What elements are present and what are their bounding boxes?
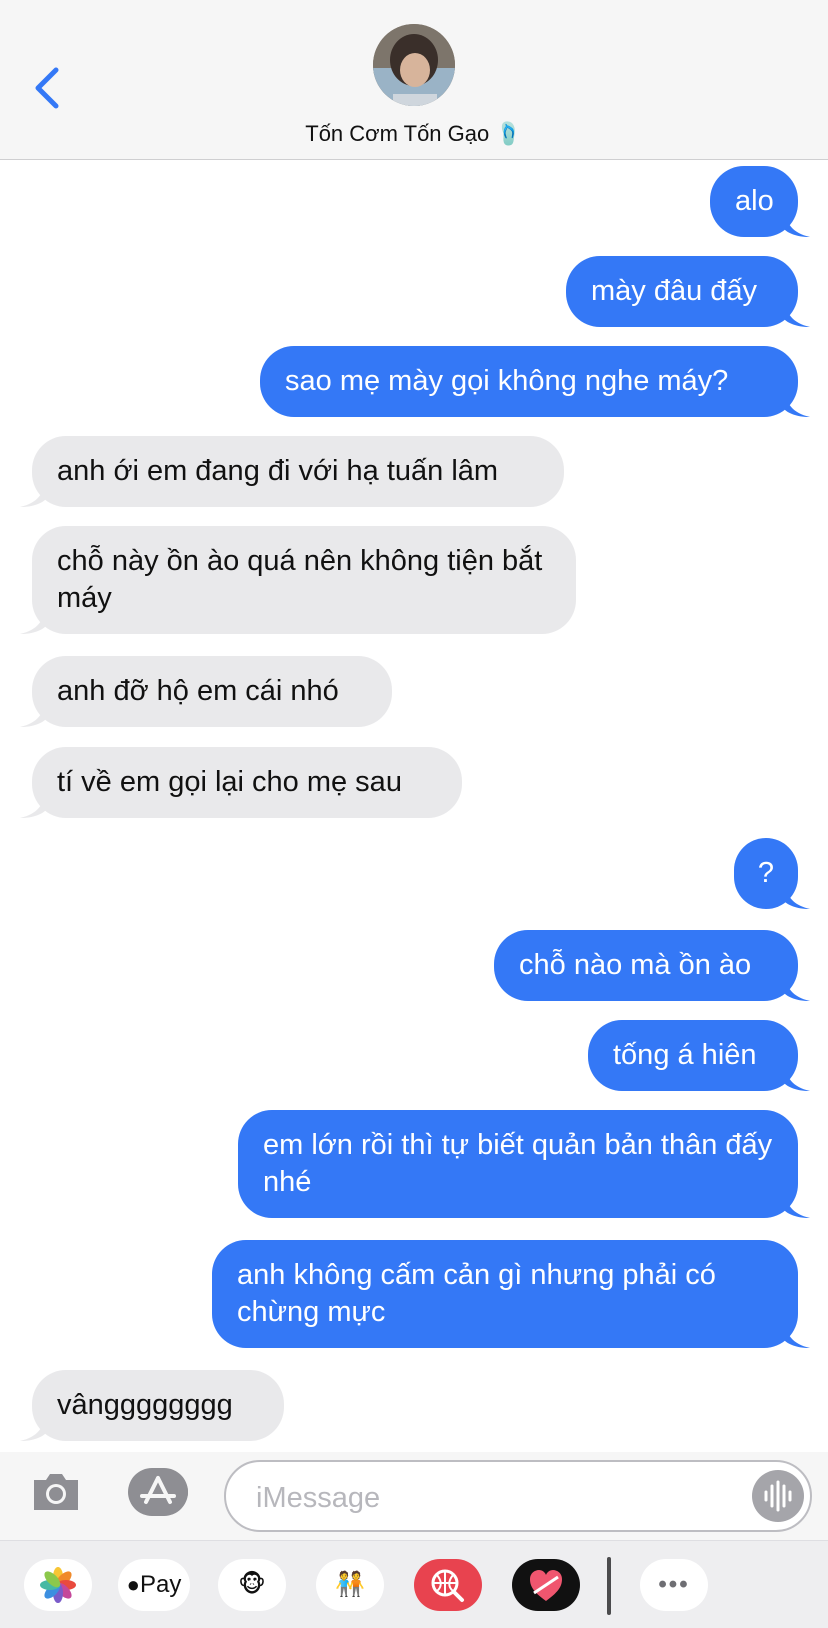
memoji-stickers-icon: 🧑‍🤝‍🧑	[335, 1571, 365, 1598]
apple-pay-button[interactable]: ●Pay	[118, 1559, 190, 1611]
contact-name-button[interactable]: Tốn Cơm Tốn Gạo 🩴	[0, 118, 828, 150]
back-chevron-icon[interactable]	[28, 58, 68, 118]
message-input[interactable]: iMessage	[224, 1460, 812, 1532]
message-incoming[interactable]: anh ới em đang đi với hạ tuấn lâm	[20, 436, 564, 507]
digital-touch-button[interactable]	[512, 1559, 580, 1611]
message-incoming[interactable]: chỗ này ồn ào quá nên không tiện bắt máy	[20, 526, 576, 634]
message-incoming[interactable]: anh đỡ hộ em cái nhó	[20, 656, 392, 727]
message-outgoing[interactable]: chỗ nào mà ồn ào	[494, 930, 810, 1001]
message-incoming[interactable]: tí về em gọi lại cho mẹ sau	[20, 747, 462, 818]
message-outgoing[interactable]: mày đâu đấy	[566, 256, 810, 327]
message-outgoing[interactable]: alo	[710, 166, 810, 237]
conversation-header: Tốn Cơm Tốn Gạo 🩴	[0, 0, 828, 160]
apple-logo-icon: ●	[126, 1572, 140, 1597]
message-outgoing[interactable]: sao mẹ mày gọi không nghe máy?	[260, 346, 810, 417]
message-incoming[interactable]: vângggggggg	[20, 1370, 284, 1441]
message-outgoing[interactable]: ?	[734, 838, 810, 909]
heart-icon	[530, 1570, 562, 1601]
monkey-icon: 🐵	[238, 1571, 266, 1598]
contact-name: Tốn Cơm Tốn Gạo 🩴	[305, 121, 523, 146]
app-drawer: ●Pay 🐵 🧑‍🤝‍🧑 •••	[0, 1540, 828, 1628]
search-app-button[interactable]	[414, 1559, 482, 1611]
message-thread[interactable]: alo mày đâu đấy sao mẹ mày gọi không ngh…	[0, 160, 828, 1452]
message-outgoing[interactable]: anh không cấm cản gì nhưng phải có chừng…	[212, 1240, 810, 1348]
audio-waveform-icon[interactable]	[752, 1470, 804, 1522]
app-drawer-separator	[607, 1557, 611, 1615]
more-apps-button[interactable]: •••	[640, 1559, 708, 1611]
search-globe-icon	[431, 1569, 464, 1602]
message-input-placeholder: iMessage	[256, 1482, 381, 1514]
message-outgoing[interactable]: em lớn rồi thì tự biết quản bản thân đấy…	[238, 1110, 810, 1218]
animoji-button[interactable]: 🐵	[218, 1559, 286, 1611]
contact-avatar[interactable]	[373, 24, 455, 106]
camera-icon[interactable]	[30, 1470, 82, 1514]
message-outgoing[interactable]: tống á hiên	[588, 1020, 810, 1091]
memoji-button[interactable]: 🧑‍🤝‍🧑	[316, 1559, 384, 1611]
compose-bar: iMessage	[0, 1452, 828, 1540]
apple-pay-label: ●Pay	[126, 1571, 182, 1598]
photos-icon	[40, 1567, 76, 1603]
photos-app-button[interactable]	[24, 1559, 92, 1611]
app-store-icon[interactable]	[126, 1468, 190, 1516]
more-dots-icon: •••	[658, 1571, 690, 1598]
